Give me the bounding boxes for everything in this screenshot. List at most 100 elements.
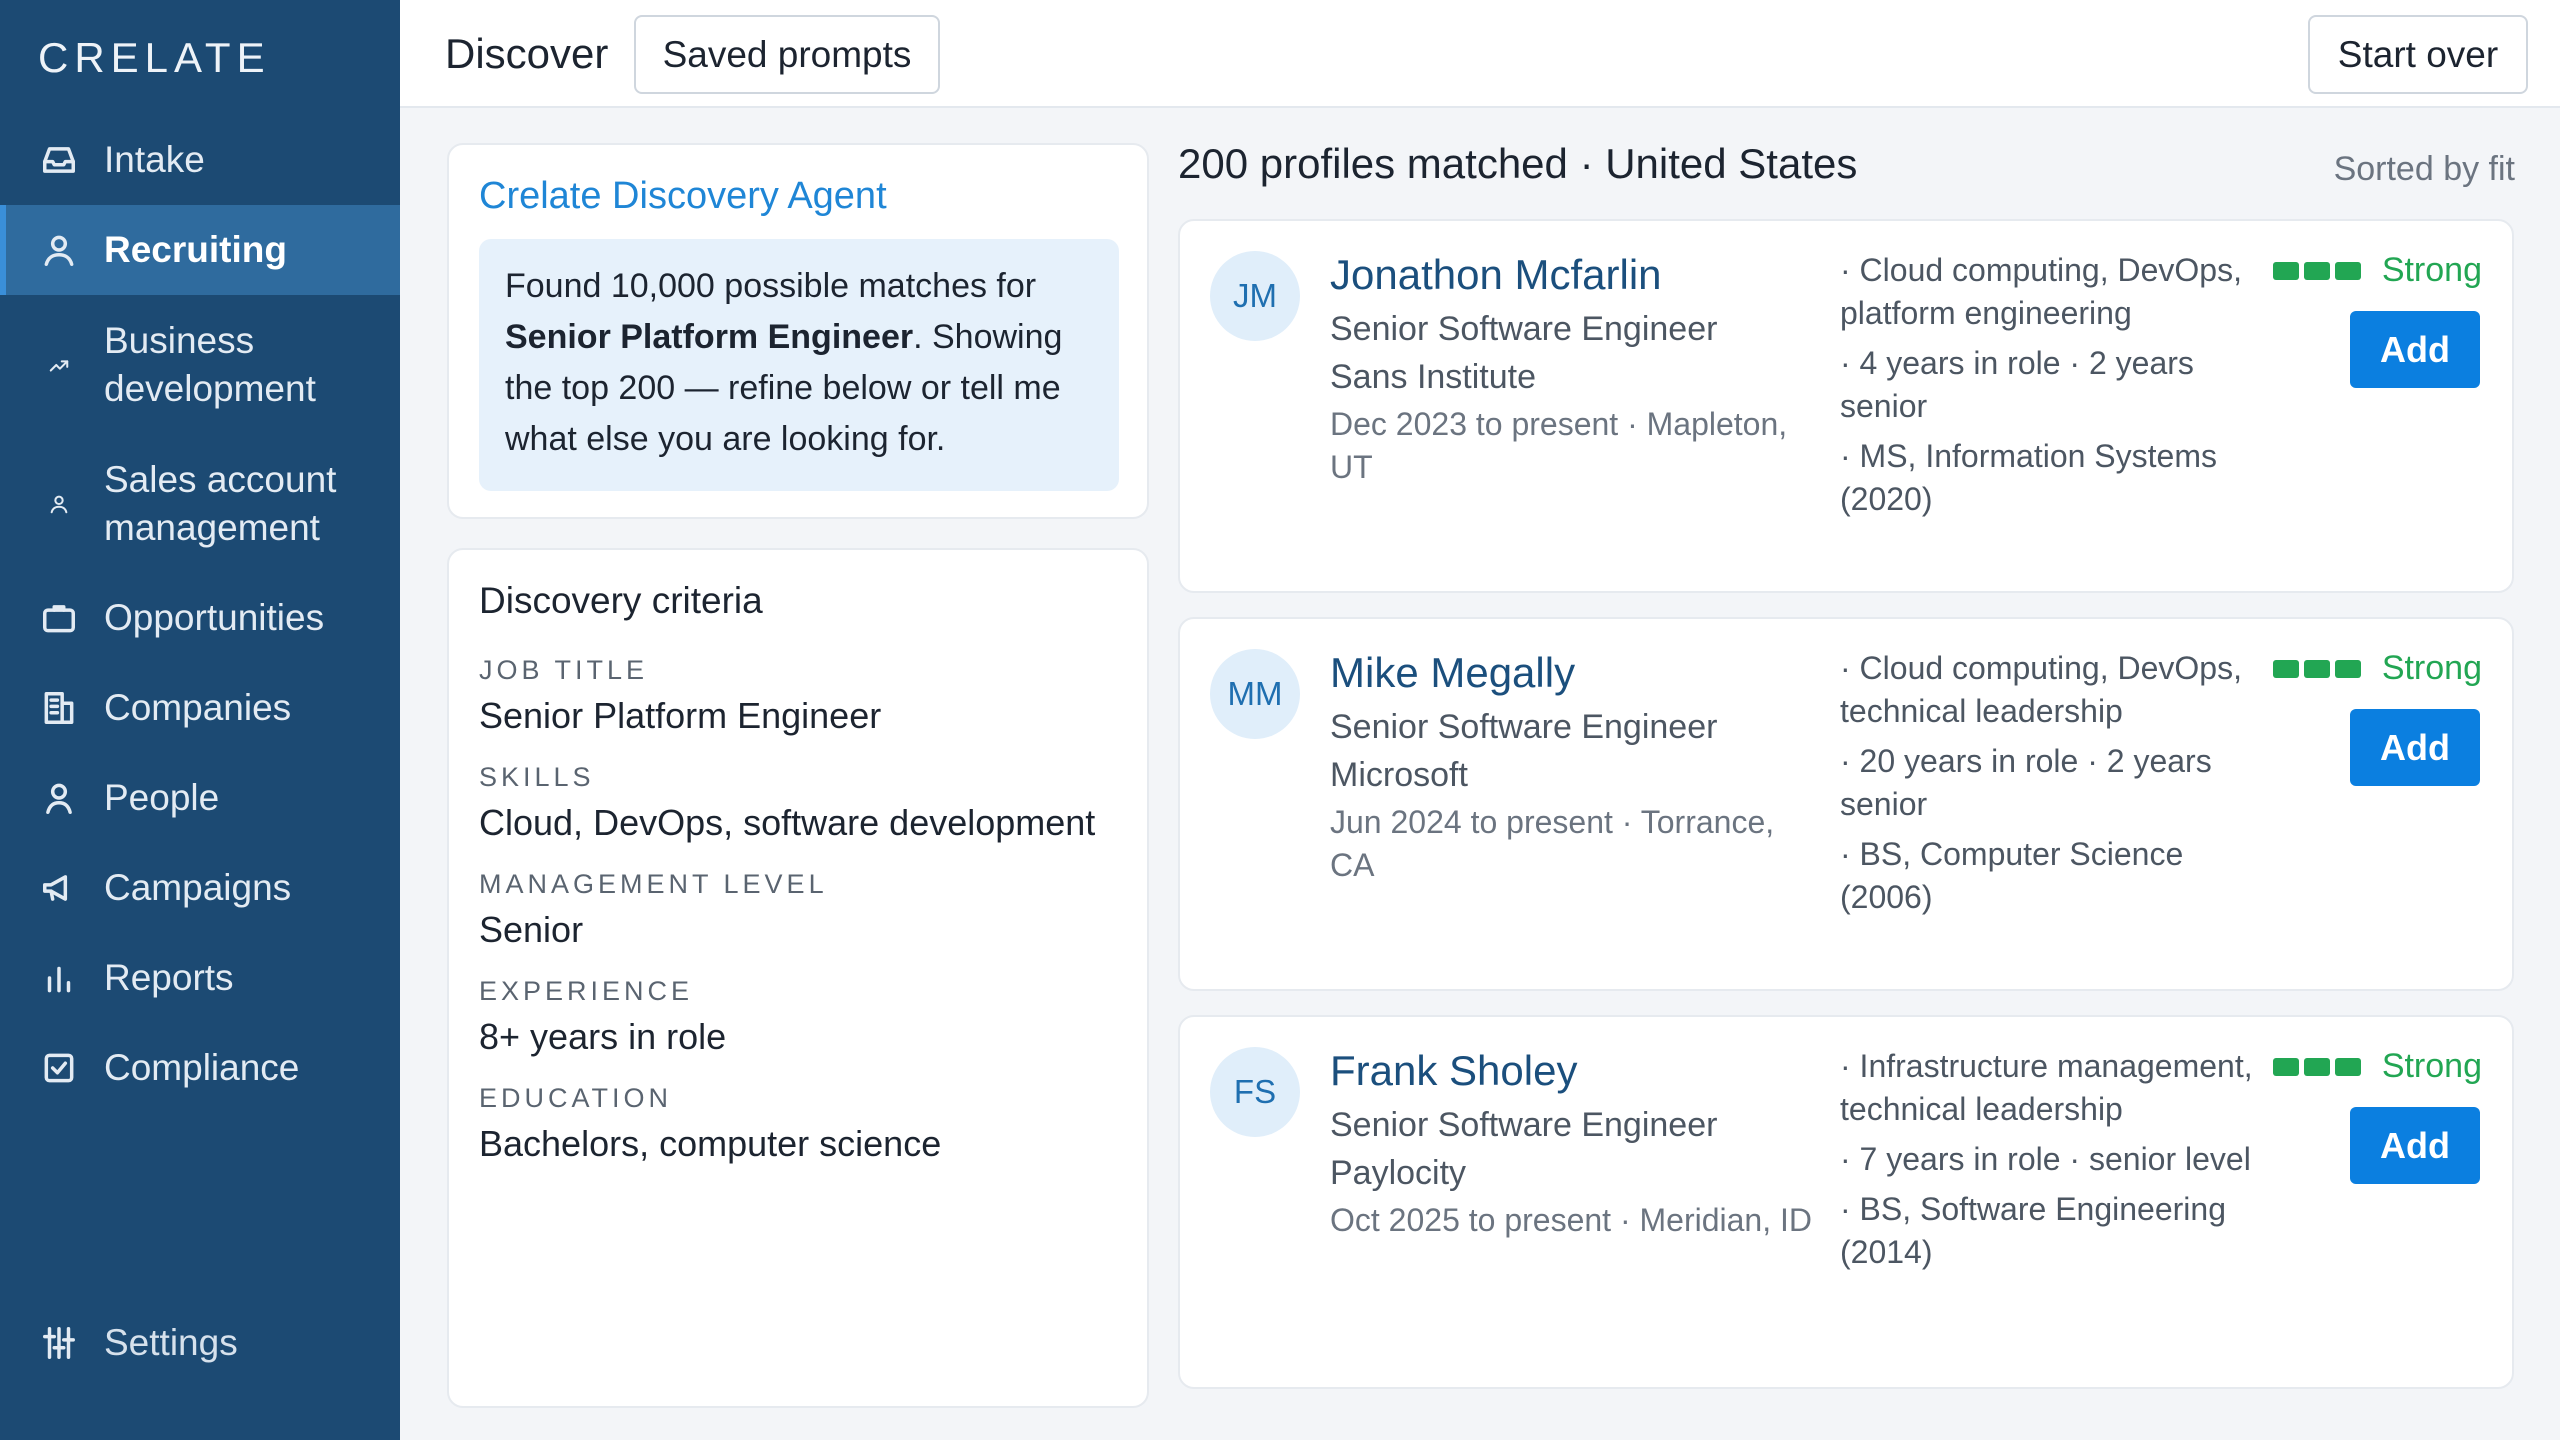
sidebar-item-label: Companies	[104, 687, 292, 728]
sidebar-item-label: Business development	[104, 319, 316, 409]
sidebar-item-opportunities[interactable]: Opportunities	[0, 573, 400, 663]
agent-title: Crelate Discovery Agent	[479, 175, 887, 217]
profile-name[interactable]: Frank Sholey	[1330, 1047, 1577, 1095]
add-button[interactable]: Add	[2350, 709, 2480, 786]
trend-up-icon	[38, 344, 80, 386]
profile-detail: · BS, Software Engineering (2014)	[1840, 1191, 2226, 1270]
profile-details: · Infrastructure management, technical l…	[1840, 1045, 2260, 1281]
profile-company: Microsoft	[1330, 756, 1468, 794]
avatar: MM	[1210, 649, 1300, 739]
profile-name[interactable]: Mike Megally	[1330, 649, 1575, 697]
profile-detail: · BS, Computer Science (2006)	[1840, 836, 2184, 915]
saved-prompts-button[interactable]: Saved prompts	[634, 15, 940, 94]
profile-title: Senior Software Engineer	[1330, 1106, 1718, 1144]
add-button[interactable]: Add	[2350, 1107, 2480, 1184]
app-logo: CRELATE	[38, 34, 271, 81]
profile-detail: · Cloud computing, DevOps, platform engi…	[1840, 252, 2242, 331]
discovery-criteria-card: Discovery criteria JOB TITLE Senior Plat…	[447, 548, 1149, 1408]
sliders-icon	[38, 1322, 80, 1364]
profile-company: Sans Institute	[1330, 358, 1537, 396]
sidebar-item-sales-account-management[interactable]: Sales account management	[0, 434, 400, 573]
sidebar-item-intake[interactable]: Intake	[0, 115, 400, 205]
sidebar-item-label: Campaigns	[104, 867, 292, 908]
strength-bars-icon	[2272, 659, 2366, 678]
top-bar: Discover Saved prompts Start over	[400, 0, 2560, 108]
profile-company: Paylocity	[1330, 1154, 1467, 1192]
profile-title: Senior Software Engineer	[1330, 708, 1718, 746]
match-strength: Strong	[2272, 1047, 2482, 1086]
sidebar-nav: Intake Recruiting Business development S…	[0, 115, 400, 1113]
sidebar-item-label: Sales account management	[104, 458, 337, 548]
megaphone-icon	[38, 867, 80, 909]
sidebar-item-business-development[interactable]: Business development	[0, 295, 400, 434]
sidebar-item-compliance[interactable]: Compliance	[0, 1023, 400, 1113]
inbox-icon	[38, 139, 80, 181]
profile-detail: · Infrastructure management, technical l…	[1840, 1048, 2253, 1127]
sidebar-item-campaigns[interactable]: Campaigns	[0, 843, 400, 933]
agent-message-prefix: Found 10,000 possible matches for	[505, 267, 1037, 305]
sidebar-item-companies[interactable]: Companies	[0, 663, 400, 753]
criteria-label: MANAGEMENT LEVEL	[479, 869, 828, 899]
profile-card: JM Jonathon Mcfarlin Senior Software Eng…	[1178, 219, 2514, 593]
criteria-value[interactable]: Senior	[479, 904, 1129, 971]
profile-card: FS Frank Sholey Senior Software Engineer…	[1178, 1015, 2514, 1389]
profile-detail: · 4 years in role · 2 years senior	[1840, 345, 2194, 424]
sidebar-item-settings[interactable]: Settings	[38, 1322, 238, 1364]
criteria-label: EXPERIENCE	[479, 976, 694, 1006]
sidebar-item-label: Recruiting	[104, 229, 287, 270]
profile-details: · Cloud computing, DevOps, platform engi…	[1840, 249, 2260, 528]
sidebar-item-recruiting[interactable]: Recruiting	[0, 205, 400, 295]
sidebar-item-label: Opportunities	[104, 597, 325, 638]
criteria-value[interactable]: Senior Platform Engineer	[479, 690, 1129, 757]
profile-name[interactable]: Jonathon Mcfarlin	[1330, 251, 1662, 299]
match-strength: Strong	[2272, 649, 2482, 688]
sidebar-item-label: Settings	[104, 1322, 238, 1363]
briefcase-icon	[38, 597, 80, 639]
bar-chart-icon	[38, 957, 80, 999]
criteria-value[interactable]: 8+ years in role	[479, 1011, 1129, 1078]
profile-dates-location: Dec 2023 to present · Mapleton, UT	[1330, 406, 1788, 485]
strength-bars-icon	[2272, 261, 2366, 280]
person-icon	[38, 229, 80, 271]
sort-indicator[interactable]: Sorted by fit	[2334, 150, 2515, 189]
sidebar-item-label: People	[104, 777, 220, 818]
avatar: FS	[1210, 1047, 1300, 1137]
checkbox-icon	[38, 1047, 80, 1089]
agent-message: Found 10,000 possible matches for Senior…	[479, 239, 1119, 491]
sidebar-item-people[interactable]: People	[0, 753, 400, 843]
start-over-button[interactable]: Start over	[2308, 15, 2528, 94]
profile-dates-location: Oct 2025 to present · Meridian, ID	[1330, 1202, 1812, 1238]
criteria-value[interactable]: Cloud, DevOps, software development	[479, 797, 1129, 864]
criteria-label: EDUCATION	[479, 1083, 673, 1113]
sidebar: CRELATE Intake Recruiting Business devel…	[0, 0, 400, 1440]
profile-detail: · 20 years in role · 2 years senior	[1840, 743, 2212, 822]
person-icon	[38, 777, 80, 819]
page-title: Discover	[445, 30, 609, 77]
building-icon	[38, 687, 80, 729]
criteria-list: JOB TITLE Senior Platform Engineer SKILL…	[479, 650, 1129, 1185]
criteria-label: SKILLS	[479, 762, 595, 792]
sidebar-item-label: Reports	[104, 957, 234, 998]
agent-message-job-title: Senior Platform Engineer	[505, 318, 914, 356]
criteria-value[interactable]: Bachelors, computer science	[479, 1118, 1129, 1185]
strength-bars-icon	[2272, 1057, 2366, 1076]
profile-dates-location: Jun 2024 to present · Torrance, CA	[1330, 804, 1775, 883]
profile-card: MM Mike Megally Senior Software Engineer…	[1178, 617, 2514, 991]
criteria-title: Discovery criteria	[479, 580, 763, 621]
strength-label: Strong	[2381, 251, 2482, 289]
profile-detail: · 7 years in role · senior level	[1840, 1141, 2251, 1177]
profile-title: Senior Software Engineer	[1330, 310, 1718, 348]
criteria-label: JOB TITLE	[479, 655, 649, 685]
strength-label: Strong	[2381, 1047, 2482, 1085]
avatar: JM	[1210, 251, 1300, 341]
profile-detail: · MS, Information Systems (2020)	[1840, 438, 2217, 517]
add-button[interactable]: Add	[2350, 311, 2480, 388]
profile-details: · Cloud computing, DevOps, technical lea…	[1840, 647, 2260, 926]
person-small-icon	[38, 483, 80, 525]
sidebar-item-label: Intake	[104, 139, 205, 180]
results-header: 200 profiles matched · United States	[1178, 140, 1858, 187]
sidebar-item-reports[interactable]: Reports	[0, 933, 400, 1023]
discovery-agent-card: Crelate Discovery Agent Found 10,000 pos…	[447, 143, 1149, 519]
match-strength: Strong	[2272, 251, 2482, 290]
strength-label: Strong	[2381, 649, 2482, 687]
